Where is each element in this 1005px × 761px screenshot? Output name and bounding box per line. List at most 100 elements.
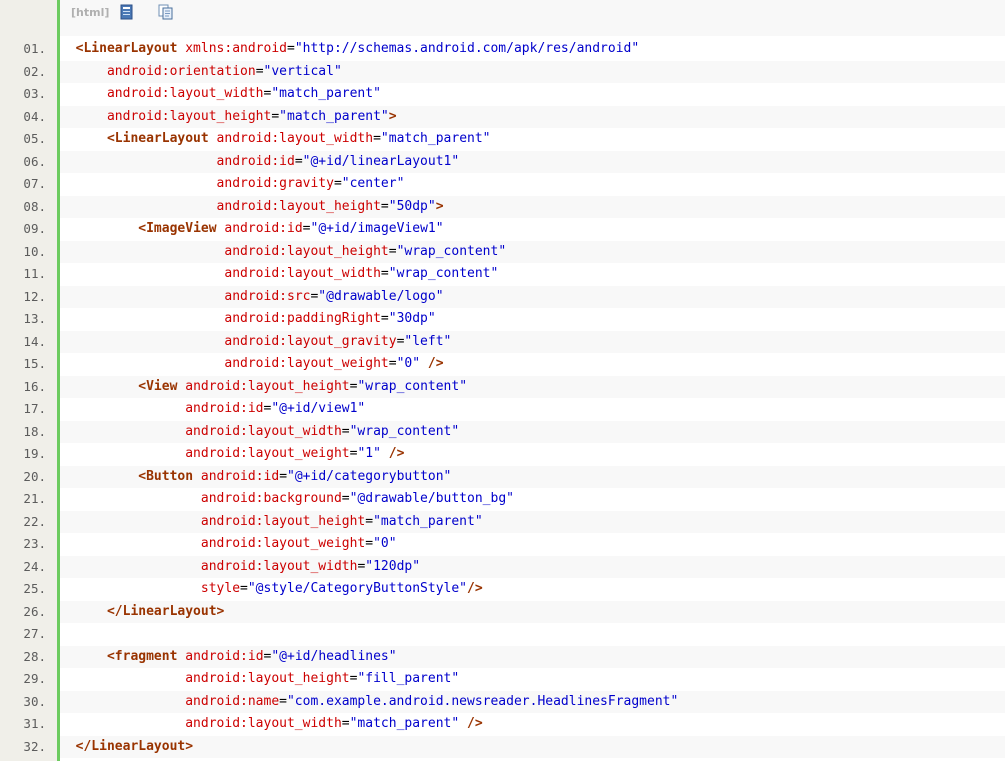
xml-tag: /> [467,581,483,596]
code-line: 09. <ImageView android:id="@+id/imageVie… [0,218,1005,241]
code-line: 24. android:layout_width="120dp" [0,555,1005,578]
xml-attribute: android:layout_height [200,513,366,529]
xml-punctuation: = [255,63,264,79]
line-number: 29. [23,671,46,686]
xml-punctuation: = [388,243,397,259]
line-content: android:layout_weight="1" /> [60,443,1005,466]
line-content: <fragment android:id="@+id/headlines" [60,645,1005,668]
xml-punctuation [193,469,201,484]
xml-punctuation: = [341,423,350,439]
code-line: 19. android:layout_weight="1" /> [0,443,1005,466]
xml-attribute: android:gravity [216,176,334,191]
code-line: 02. android:orientation="vertical" [0,60,1005,83]
line-number: 19. [23,446,46,461]
xml-punctuation: = [341,491,350,506]
line-number: 15. [23,356,46,371]
code-line: 06. android:id="@+id/linearLayout1" [0,150,1005,173]
xml-attribute: android:orientation [106,63,256,79]
xml-value: "center" [341,176,405,191]
xml-punctuation: = [380,266,389,281]
line-number: 28. [23,648,46,664]
xml-attribute: android:id [216,153,295,169]
line-content: android:layout_width="match_parent" [60,83,1005,106]
xml-value: "match_parent" [373,513,483,529]
line-content: android:layout_width="wrap_content" [60,420,1005,443]
xml-punctuation: = [240,581,248,596]
line-number: 31. [23,716,46,731]
line-content: android:orientation="vertical" [60,60,1005,83]
line-number: 04. [23,108,46,124]
xml-tag: </LinearLayout> [106,603,225,619]
code-toolbar: [html] [60,0,1005,36]
line-number: 05. [23,131,46,146]
language-label: [html] [71,6,110,19]
line-number: 03. [23,86,46,101]
line-number: 10. [23,243,46,259]
code-line: 23. android:layout_weight="0" [0,533,1005,556]
line-content: </LinearLayout> [60,600,1005,623]
xml-value: "30dp" [388,311,436,326]
xml-attribute: android:layout_width [200,558,358,574]
xml-tag: <ImageView [138,221,217,236]
xml-value: "http://schemas.android.com/apk/res/andr… [294,41,640,56]
xml-value: "left" [404,333,452,349]
code-line: 01. <LinearLayout xmlns:android="http://… [0,38,1005,61]
xml-punctuation: = [302,221,311,236]
xml-tag: <fragment [106,648,178,664]
xml-value: "@+id/headlines" [271,648,397,664]
line-content: android:id="@+id/view1" [60,398,1005,421]
view-source-icon[interactable] [120,4,134,20]
code-line: 12. android:src="@drawable/logo" [0,285,1005,308]
line-number: 24. [23,558,46,574]
xml-tag: <View [138,378,178,394]
line-content: <LinearLayout android:layout_width="matc… [60,128,1005,151]
xml-tag: > [435,198,444,214]
xml-value: "0" [373,536,397,551]
xml-value: "wrap_content" [396,243,507,259]
code-line: 11. android:layout_width="wrap_content" [0,263,1005,286]
xml-punctuation: = [271,108,280,124]
code-line: 27. [0,623,1005,646]
line-content: android:layout_weight="0" /> [60,353,1005,376]
line-content: android:name="com.example.android.newsre… [60,690,1005,713]
line-content: </LinearLayout> [60,735,1005,758]
line-content: android:src="@drawable/logo" [60,285,1005,308]
xml-value: "0" [396,356,421,371]
xml-punctuation [209,131,217,146]
line-content: android:layout_height="fill_parent" [60,668,1005,691]
line-content: <LinearLayout xmlns:android="http://sche… [60,38,1005,61]
xml-punctuation: = [380,198,389,214]
code-line: 15. android:layout_weight="0" /> [0,353,1005,376]
xml-attribute: android:paddingRight [224,311,381,326]
line-content: android:layout_height="match_parent"> [60,105,1005,128]
xml-attribute: android:layout_gravity [224,333,397,349]
xml-attribute: android:layout_width [185,423,342,439]
line-number: 08. [23,198,46,214]
xml-tag: </LinearLayout> [75,738,194,754]
xml-value: "match_parent" [349,716,460,731]
line-content: android:layout_height="50dp"> [60,195,1005,218]
xml-attribute: android:id [185,401,264,416]
code-line: 16. <View android:layout_height="wrap_co… [0,375,1005,398]
xml-punctuation: = [388,356,397,371]
line-content [60,623,1005,646]
xml-attribute: android:layout_height [224,243,389,259]
copy-icon[interactable] [158,4,173,20]
line-content: <ImageView android:id="@+id/imageView1" [60,218,1005,241]
